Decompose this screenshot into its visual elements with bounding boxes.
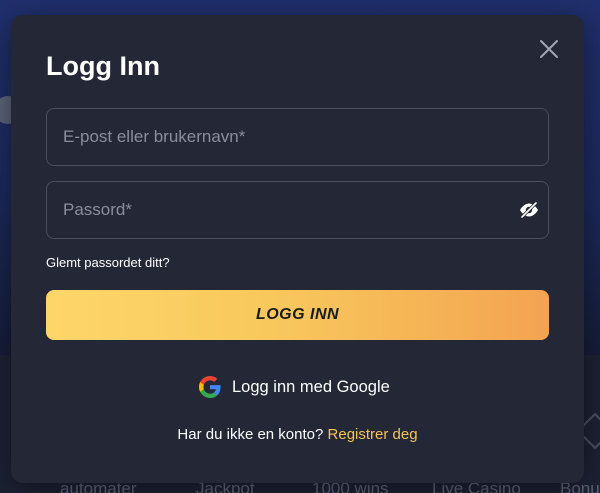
email-field-container [46,108,549,166]
eye-slash-icon [520,201,538,219]
google-login-label: Logg inn med Google [232,377,390,396]
close-button[interactable] [537,37,561,61]
email-field[interactable] [47,109,548,165]
register-link[interactable]: Registrer deg [328,426,418,443]
login-modal: Logg Inn Glemt passordet ditt? LOGG INN [11,15,584,483]
google-login-button[interactable]: Logg inn med Google [199,373,390,401]
close-icon [540,40,558,58]
forgot-password-link[interactable]: Glemt passordet ditt? [46,255,170,270]
login-button[interactable]: LOGG INN [46,290,549,340]
signup-row: Har du ikke en konto? Registrer deg [11,426,584,443]
signup-prompt: Har du ikke en konto? [177,426,328,443]
password-field-container [46,181,549,239]
google-icon [199,376,221,398]
modal-title: Logg Inn [46,51,160,81]
password-visibility-toggle[interactable] [518,201,540,219]
password-field[interactable] [47,182,548,238]
